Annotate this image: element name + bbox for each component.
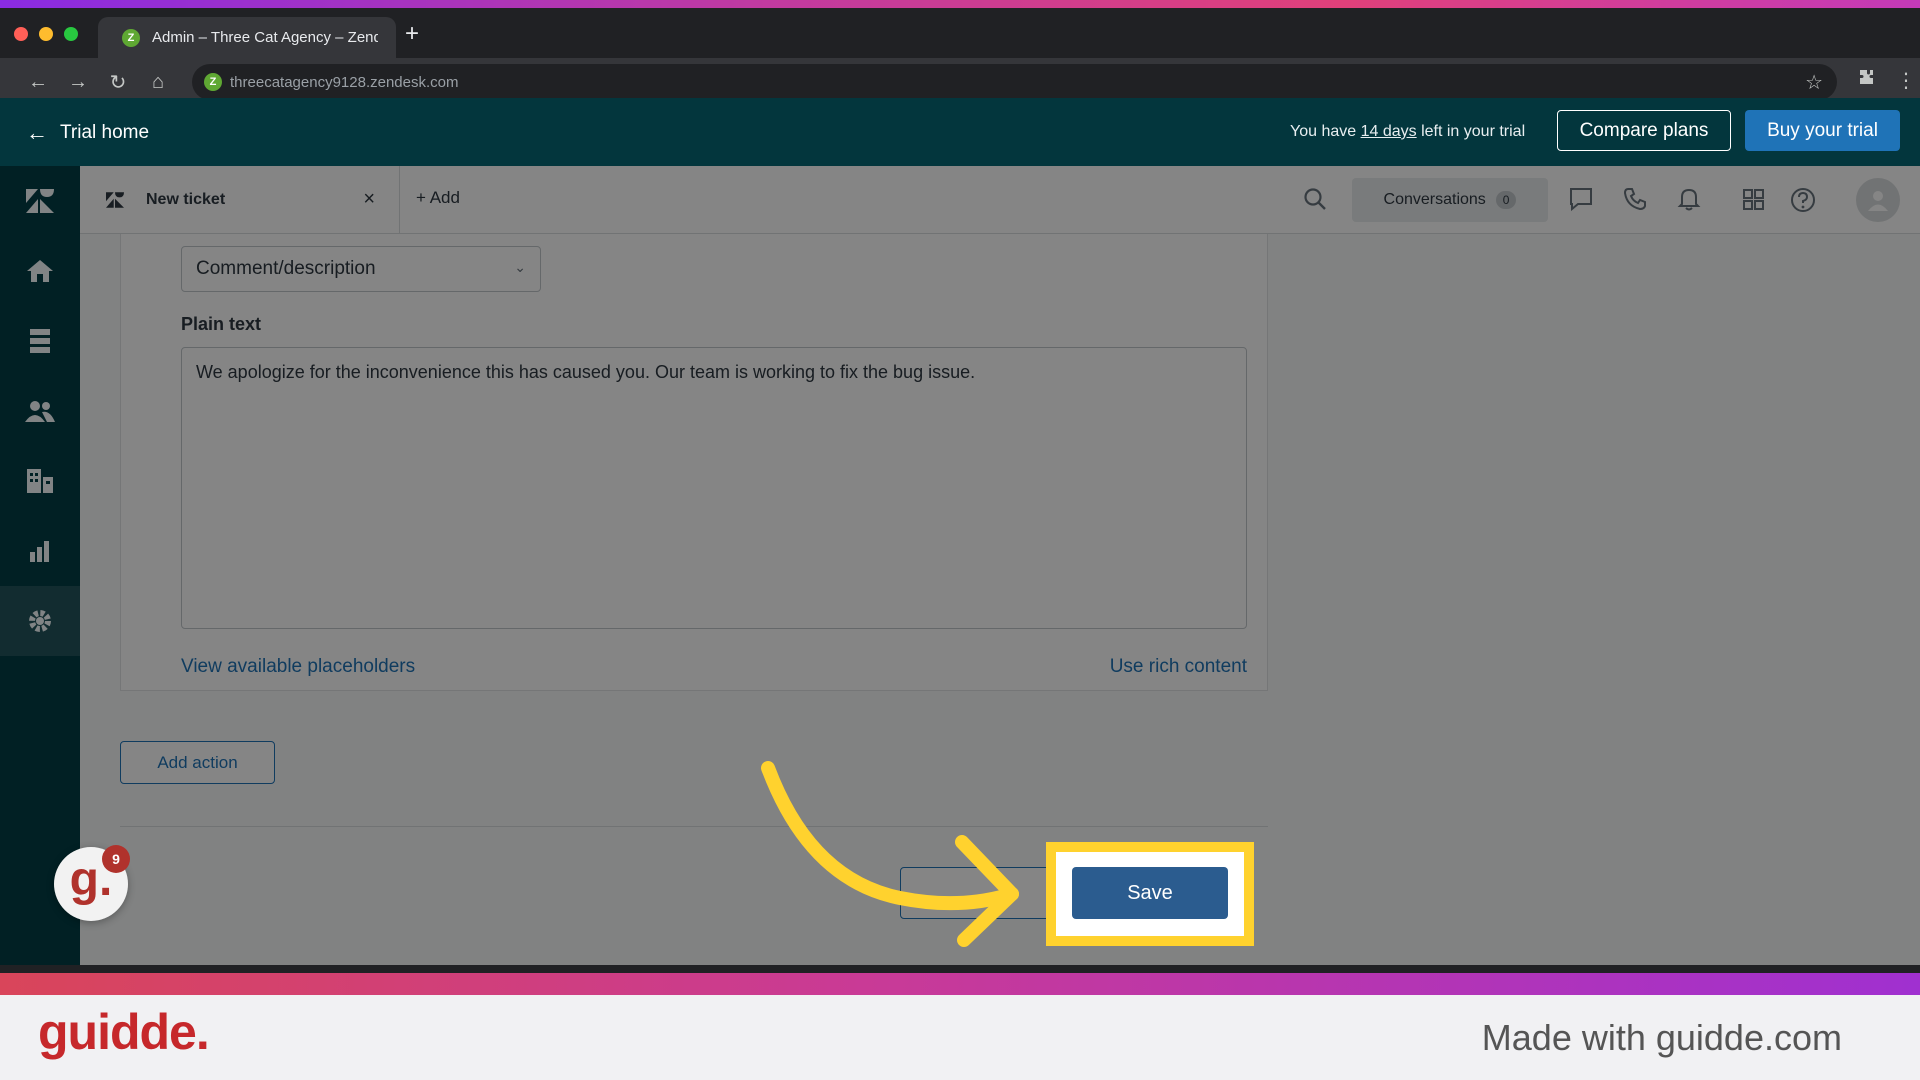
extensions-puzzle-icon[interactable] [1857,68,1877,94]
close-tab-icon[interactable]: × [363,188,375,211]
made-with-guidde-text: Made with guidde.com [1481,1017,1842,1058]
close-window-button[interactable] [14,27,28,41]
reload-icon[interactable]: ↻ [104,68,132,96]
guidde-logo: guidde. [38,1004,210,1060]
user-avatar[interactable] [1856,178,1900,222]
add-tab-button[interactable]: + Add [416,188,460,208]
workspace-header: New ticket × + Add Conversations 0 [80,166,1920,234]
chat-bubble-icon[interactable] [1568,186,1594,217]
trial-days-text: You have 14 days left in your trial [1290,123,1526,140]
organizations-nav-icon[interactable] [0,446,80,516]
browser-tab-title: Admin – Three Cat Agency – Zend [152,29,378,46]
product-sidebar [0,166,80,965]
trial-home-link[interactable]: ← Trial home [26,120,149,146]
reporting-nav-icon[interactable] [0,516,80,586]
zendesk-favicon-icon: Z [122,28,140,47]
ticket-zendesk-icon [106,192,124,208]
zendesk-logo-icon[interactable] [0,166,80,236]
compare-plans-button[interactable]: Compare plans [1557,110,1731,151]
bottom-gradient-border [0,973,1920,995]
home-nav-icon[interactable] [0,236,80,306]
back-arrow-icon[interactable]: ← [24,68,52,96]
forward-arrow-icon[interactable]: → [64,68,92,96]
maximize-window-button[interactable] [64,27,78,41]
left-arrow-icon: ← [26,120,48,145]
trial-home-label: Trial home [60,122,150,143]
view-placeholders-link[interactable]: View available placeholders [181,656,415,678]
comment-textarea[interactable]: We apologize for the inconvenience this … [181,347,1247,629]
bookmark-star-icon[interactable]: ☆ [1805,70,1823,95]
browser-tab-active[interactable]: Z Admin – Three Cat Agency – Zend [98,17,396,58]
browser-tabstrip: Z Admin – Three Cat Agency – Zend + [0,8,1920,58]
guidde-badge-count: 9 [102,845,130,873]
guidde-badge[interactable]: g. 9 [54,845,130,921]
search-icon[interactable] [1302,186,1328,217]
user-avatar-icon [1868,191,1888,211]
site-favicon-icon: Z [204,73,222,91]
customers-nav-icon[interactable] [0,376,80,446]
footer-divider [120,826,1268,827]
field-select-value: Comment/description [196,258,376,279]
home-icon[interactable]: ⌂ [144,68,172,96]
address-bar[interactable]: Z threecatagency9128.zendesk.com ☆ [192,64,1837,100]
chevron-down-icon: ⌄ [514,259,526,275]
save-button[interactable]: Save [1072,867,1228,919]
field-select-dropdown[interactable]: Comment/description ⌄ [181,246,541,292]
action-panel: Comment/description ⌄ Plain text We apol… [120,234,1268,691]
add-action-button[interactable]: Add action [120,741,275,784]
admin-settings-gear-icon[interactable] [0,586,80,656]
address-url: threecatagency9128.zendesk.com [230,73,459,91]
new-tab-plus-icon[interactable]: + [405,20,419,48]
trial-banner: ← Trial home You have 14 days left in yo… [0,98,1920,166]
conversations-label: Conversations [1383,191,1486,208]
notifications-bell-icon[interactable] [1676,186,1702,217]
new-ticket-label: New ticket [146,191,226,208]
trial-days-link[interactable]: 14 days [1361,123,1417,140]
conversations-button[interactable]: Conversations 0 [1352,178,1548,222]
pointer-arrow-icon [761,761,1019,947]
guidde-footer: guidde. Made with guidde.com [0,995,1920,1080]
conversations-count-badge: 0 [1495,191,1517,209]
top-gradient-border [0,0,1920,8]
use-rich-content-link[interactable]: Use rich content [1110,656,1247,678]
buy-trial-button[interactable]: Buy your trial [1745,110,1900,151]
apps-grid-icon[interactable] [1740,186,1766,217]
phone-icon[interactable] [1622,186,1648,217]
minimize-window-button[interactable] [39,27,53,41]
views-nav-icon[interactable] [0,306,80,376]
help-question-icon[interactable] [1789,186,1817,219]
new-ticket-tab[interactable]: New ticket × [80,166,400,234]
plain-text-label: Plain text [181,314,262,334]
browser-menu-icon[interactable]: ⋮ [1896,68,1916,93]
